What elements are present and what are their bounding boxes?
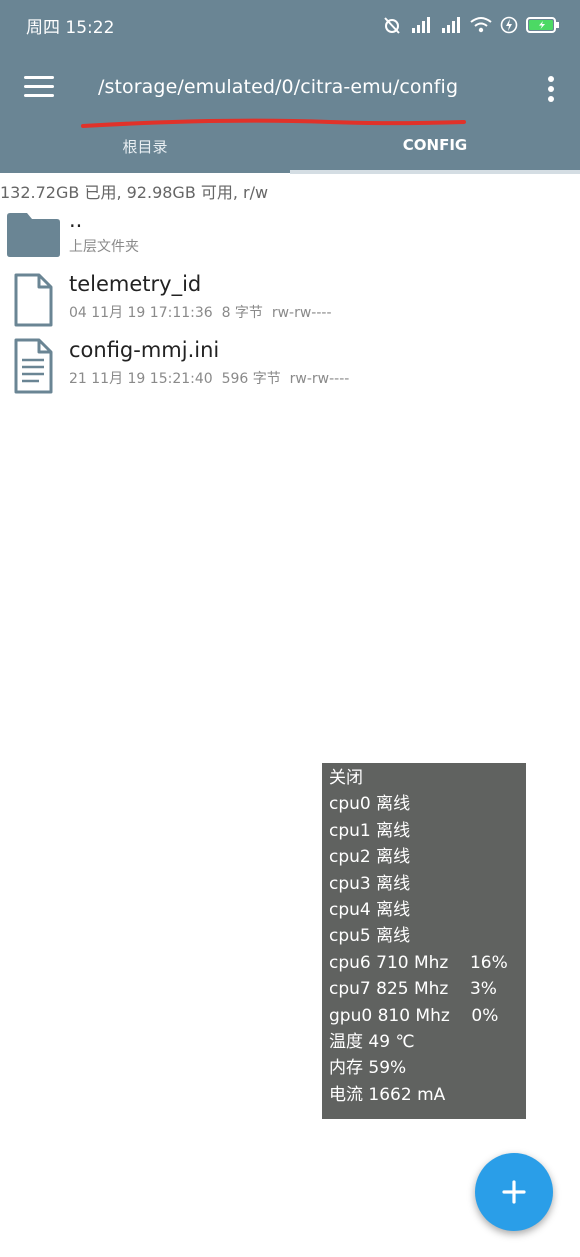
file-name: telemetry_id xyxy=(69,272,202,296)
file-name: config-mmj.ini xyxy=(69,338,220,362)
alarm-off-icon xyxy=(384,17,400,34)
monitor-line: cpu1 离线 xyxy=(329,820,411,841)
monitor-close-toggle[interactable]: 关闭 xyxy=(329,765,526,791)
signal-icon-2 xyxy=(442,17,460,33)
status-icons xyxy=(382,14,560,36)
monitor-line: 内存 59% xyxy=(329,1058,407,1079)
monitor-line: cpu3 离线 xyxy=(329,873,411,894)
add-button[interactable] xyxy=(475,1153,553,1231)
list-item-file[interactable]: config-mmj.ini 21 11月 19 15:21:40 596 字节… xyxy=(0,334,580,396)
monitor-line: cpu2 离线 xyxy=(329,847,411,868)
menu-icon[interactable] xyxy=(24,76,54,100)
red-annotation-underline xyxy=(81,118,466,128)
status-bar: 周四 15:22 xyxy=(0,0,580,50)
monitor-line: 电流 1662 mA xyxy=(329,1084,446,1105)
monitor-line: 温度 49 ℃ xyxy=(329,1031,415,1052)
performance-monitor-overlay: 关闭 cpu0 离线 cpu1 离线 cpu2 离线 cpu3 离线 cpu4 … xyxy=(322,763,526,1119)
current-path[interactable]: /storage/emulated/0/citra-emu/config xyxy=(98,76,458,98)
monitor-line: cpu5 离线 xyxy=(329,926,411,947)
monitor-line: gpu0 810 Mhz 0% xyxy=(329,1005,499,1026)
plus-icon xyxy=(502,1180,526,1204)
monitor-line: cpu0 离线 xyxy=(329,794,411,815)
list-item-parent-folder[interactable]: .. 上层文件夹 xyxy=(0,208,580,270)
monitor-line: cpu6 710 Mhz 16% xyxy=(329,952,508,973)
wifi-icon xyxy=(470,17,492,33)
more-options-icon[interactable] xyxy=(546,76,556,104)
status-time: 周四 15:22 xyxy=(26,18,115,38)
file-icon xyxy=(14,273,53,327)
file-meta: 上层文件夹 xyxy=(69,239,139,255)
file-meta: 04 11月 19 17:11:36 8 字节 rw-rw---- xyxy=(69,305,332,321)
folder-icon xyxy=(7,213,60,257)
battery-icon xyxy=(526,17,559,33)
tab-root[interactable]: 根目录 xyxy=(0,136,290,157)
tab-indicator xyxy=(290,170,580,174)
monitor-line: cpu7 825 Mhz 3% xyxy=(329,979,497,1000)
storage-info: 132.72GB 已用, 92.98GB 可用, r/w xyxy=(0,183,269,202)
app-bar: /storage/emulated/0/citra-emu/config 根目录… xyxy=(0,50,580,174)
charging-icon xyxy=(500,16,518,34)
monitor-line: cpu4 离线 xyxy=(329,899,411,920)
signal-icon xyxy=(412,17,430,33)
file-name: .. xyxy=(69,208,83,232)
tab-config[interactable]: CONFIG xyxy=(290,136,580,154)
text-file-icon xyxy=(14,338,53,394)
list-item-file[interactable]: telemetry_id 04 11月 19 17:11:36 8 字节 rw-… xyxy=(0,268,580,330)
file-meta: 21 11月 19 15:21:40 596 字节 rw-rw---- xyxy=(69,371,350,387)
